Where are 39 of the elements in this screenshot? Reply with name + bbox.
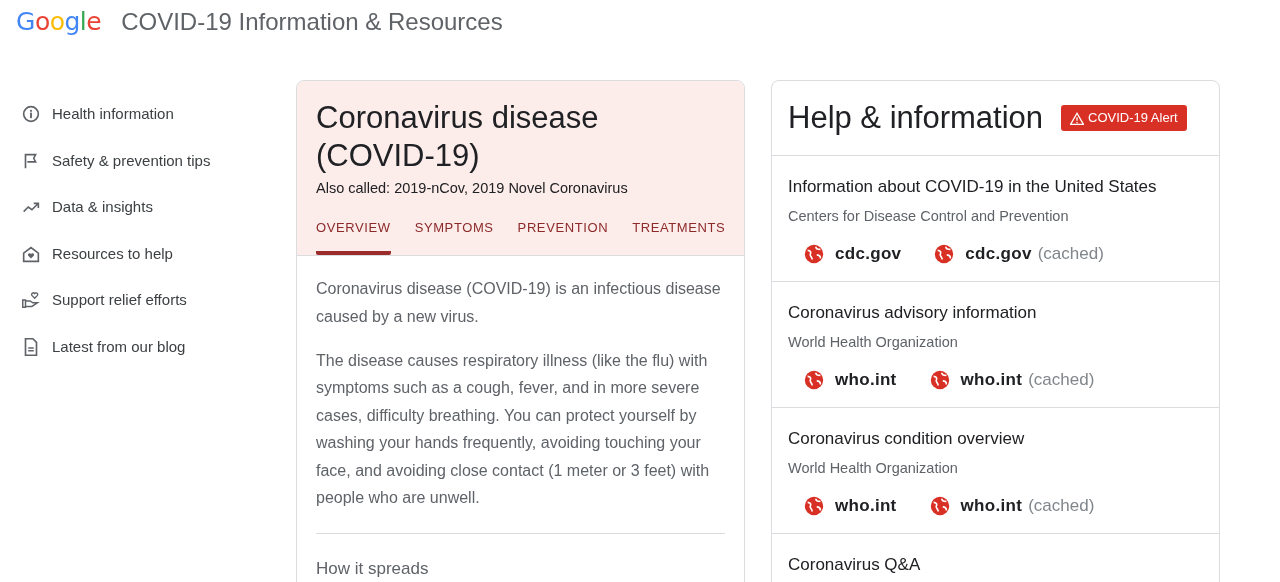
globe-icon (933, 243, 956, 265)
card-title: Help & information (788, 98, 1043, 137)
globe-icon (803, 495, 825, 517)
alert-badge: COVID-19 Alert (1061, 105, 1187, 131)
resource-title[interactable]: Coronavirus advisory information (788, 300, 1203, 326)
tab[interactable]: OVERVIEW (316, 217, 391, 256)
paragraph: The disease causes respiratory illness (like the flu) with symptoms such as a cough, fever, and in more severe cases, difficulty breathing. You can protect yourself by washing your hands frequently, avoiding touching your face, and avoiding close contact (1 meter or 3 feet) with people who are unwell. (316, 351, 711, 509)
site-link[interactable]: cdc.gov (803, 241, 902, 267)
page-title: COVID-19 Information & Resources (121, 7, 503, 37)
site-link[interactable]: who.int (cached) (928, 367, 1095, 393)
resource-title[interactable]: Coronavirus Q&A (788, 552, 1203, 578)
warning-icon (1070, 111, 1084, 125)
site-link[interactable]: who.int (803, 493, 897, 519)
paragraph: Coronavirus disease (COVID-19) is an infectious disease caused by a new virus. (316, 279, 722, 327)
sidebar-link[interactable]: Latest from our blog (20, 323, 296, 370)
resource-source: World Health Organization (788, 458, 959, 478)
sidebar-link[interactable]: Data & insights (20, 184, 296, 231)
sidebar-link[interactable]: Resources to help (20, 230, 296, 277)
globe-icon (803, 243, 825, 265)
resource-title[interactable]: Coronavirus condition overview (788, 426, 1203, 452)
tab[interactable]: SYMPTOMS (414, 217, 494, 256)
sidebar-link[interactable]: Support relief efforts (20, 277, 296, 324)
sidebar-link[interactable]: Health information (20, 91, 296, 138)
google-logo[interactable]: Google (16, 3, 102, 41)
globe-icon (928, 495, 951, 517)
card-title: Coronavirus disease (COVID-19) (316, 99, 600, 175)
resource-source: World Health Organization (788, 332, 959, 352)
section-heading: How it spreads (316, 557, 430, 580)
site-link[interactable]: who.int (803, 367, 897, 393)
globe-icon (803, 369, 825, 391)
site-link[interactable]: cdc.gov (cached) (933, 241, 1104, 267)
globe-icon (928, 369, 951, 391)
resource-source: Centers for Disease Control and Prevention (788, 206, 1070, 226)
tab[interactable]: PREVENTION (517, 217, 609, 256)
site-link[interactable]: who.int (cached) (928, 493, 1095, 519)
tab[interactable]: TREATMENTS (632, 217, 726, 256)
also-called-text: Also called: 2019-nCov, 2019 Novel Coronavirus (316, 179, 629, 198)
sidebar-link[interactable]: Safety & prevention tips (20, 137, 296, 184)
resource-title[interactable]: Information about COVID-19 in the United States (788, 174, 1203, 200)
